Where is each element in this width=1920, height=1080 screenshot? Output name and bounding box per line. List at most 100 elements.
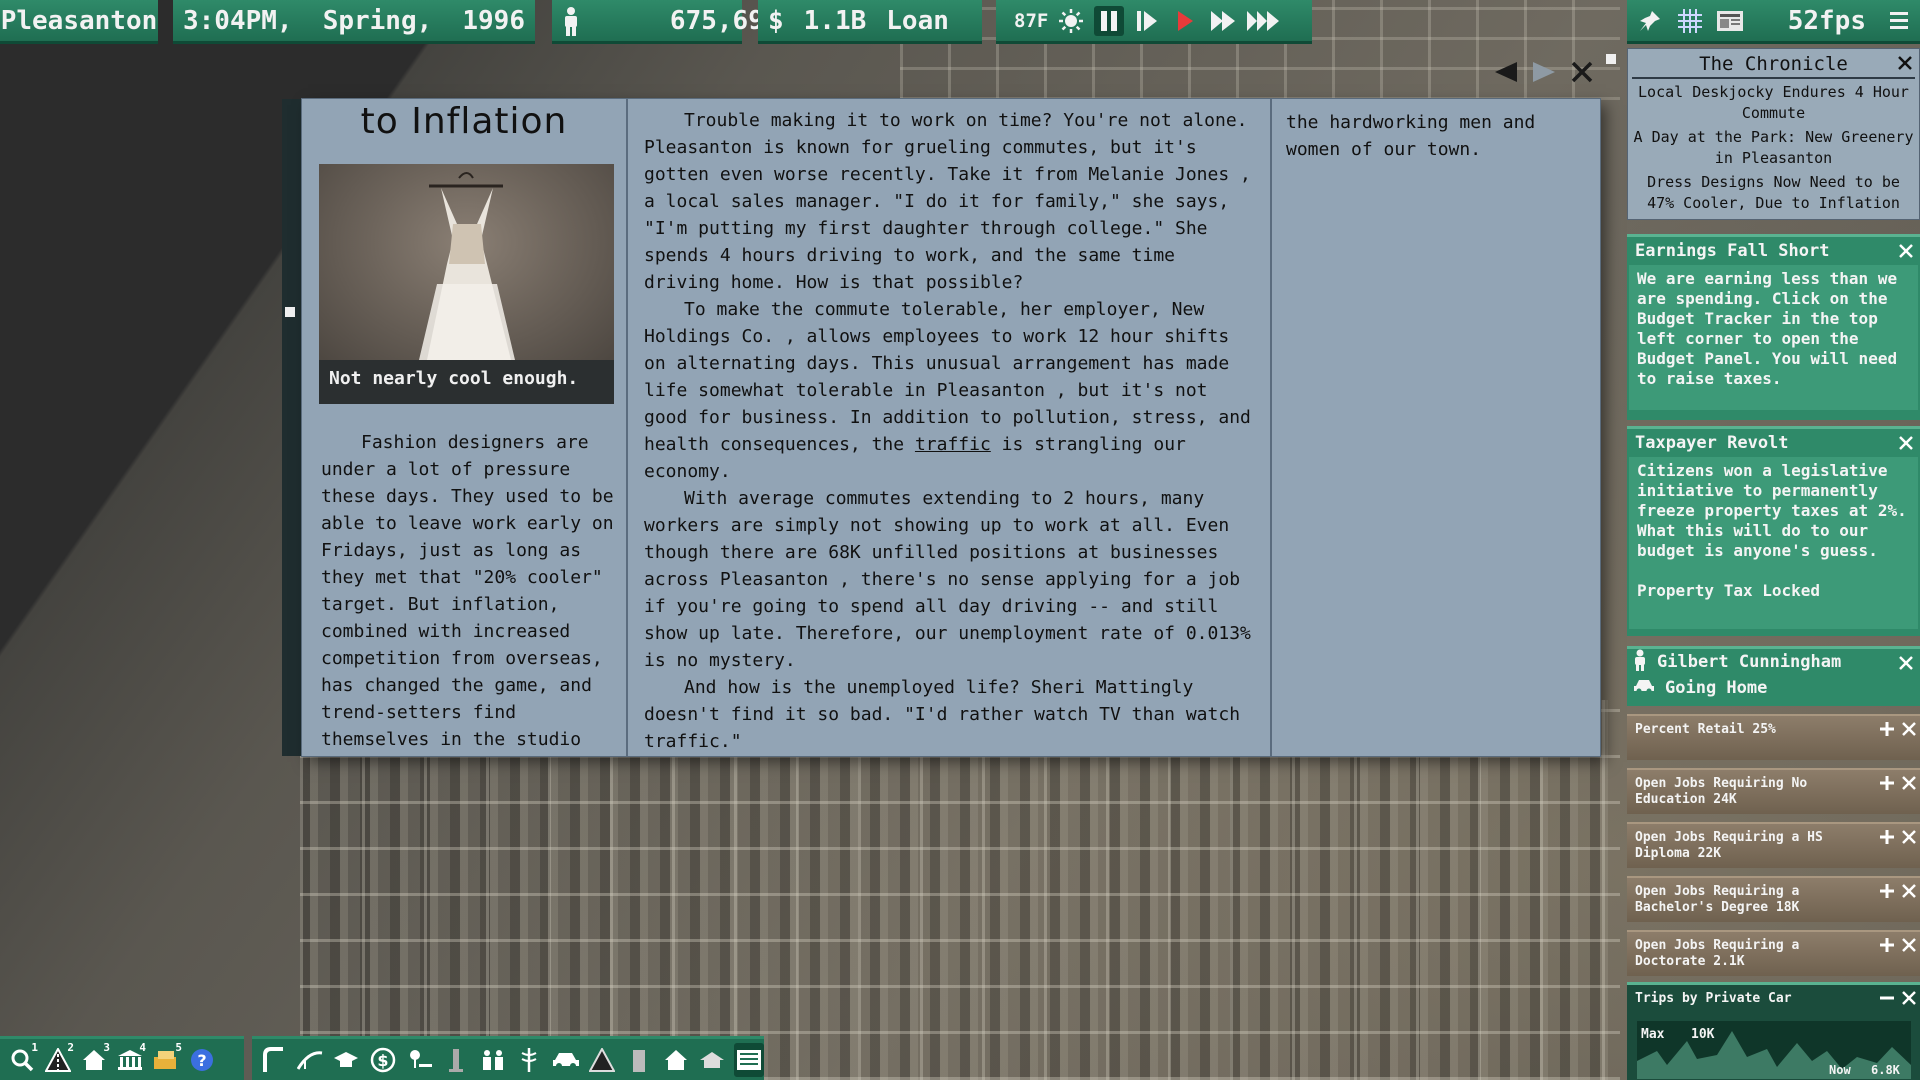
help-button[interactable]: ? xyxy=(186,1043,218,1077)
dollar-icon: $ xyxy=(768,5,784,36)
plus-icon[interactable] xyxy=(1880,776,1894,795)
citizen-panel[interactable]: Gilbert Cunningham Going Home xyxy=(1627,646,1920,706)
education-icon[interactable] xyxy=(331,1043,362,1077)
stat-buttons xyxy=(1880,830,1916,849)
stat-jobs-no-education[interactable]: Open Jobs Requiring No Education 24K xyxy=(1627,768,1920,814)
resize-handle-top[interactable] xyxy=(1606,54,1616,64)
grid-icon[interactable] xyxy=(1675,6,1705,36)
trips-graph-panel[interactable]: Trips by Private Car Max 10K Now 6.8K xyxy=(1627,982,1920,1080)
close-icon[interactable] xyxy=(1898,655,1914,676)
graph-buttons xyxy=(1880,991,1916,1009)
speed-controls: 87F xyxy=(996,0,1312,44)
plus-icon[interactable] xyxy=(1880,938,1894,957)
shelter-icon[interactable] xyxy=(697,1043,728,1077)
plus-icon[interactable] xyxy=(1880,884,1894,903)
tower-icon[interactable] xyxy=(441,1043,472,1077)
close-icon[interactable] xyxy=(1902,776,1916,795)
population-button[interactable]: 675,692 xyxy=(552,0,780,44)
close-icon[interactable] xyxy=(1902,991,1916,1009)
close-icon[interactable] xyxy=(1897,55,1913,75)
building-icon[interactable] xyxy=(624,1043,655,1077)
budget-button[interactable]: $ 1.1B Loan xyxy=(758,0,982,44)
newspaper-button[interactable] xyxy=(733,1042,765,1077)
notice-footer: Property Tax Locked xyxy=(1637,581,1821,600)
notice-taxpayer-revolt[interactable]: Taxpayer Revolt Citizens won a legislati… xyxy=(1627,426,1920,636)
plus-icon[interactable] xyxy=(1880,830,1894,849)
article-column-2: Trouble making it to work on time? You'r… xyxy=(630,99,1272,756)
svg-text:?: ? xyxy=(197,1051,206,1070)
citizen-status-row: Going Home xyxy=(1627,675,1920,701)
stat-buttons xyxy=(1880,884,1916,903)
article-column-3: the hardworking men and women of our tow… xyxy=(1274,99,1600,756)
paragraph-2: To make the commute tolerable, her emplo… xyxy=(644,296,1256,485)
money-value: 1.1B xyxy=(803,5,867,36)
home-icon[interactable] xyxy=(660,1043,691,1077)
citizen-name: Gilbert Cunningham xyxy=(1657,652,1842,672)
date-time-display[interactable]: 3:04PM, Spring, 1996 xyxy=(173,0,535,44)
play-button[interactable] xyxy=(1170,6,1200,36)
prev-article-button[interactable] xyxy=(1490,56,1522,88)
newspaper-icon[interactable] xyxy=(1715,6,1745,36)
close-icon[interactable] xyxy=(1902,884,1916,903)
stat-percent-retail[interactable]: Percent Retail 25% xyxy=(1627,714,1920,760)
city-hall-button[interactable]: 4 xyxy=(114,1041,146,1077)
graph-plot xyxy=(1637,1021,1911,1079)
close-icon[interactable] xyxy=(1902,830,1916,849)
city-name-button[interactable]: Pleasanton xyxy=(0,0,158,44)
build-toolbar: $ xyxy=(252,1036,765,1080)
search-button[interactable]: 1 xyxy=(6,1041,38,1077)
graph-max-label: Max xyxy=(1641,1027,1665,1042)
stat-jobs-hs-diploma[interactable]: Open Jobs Requiring a HS Diploma 22K xyxy=(1627,822,1920,868)
road-icon[interactable] xyxy=(258,1043,289,1077)
top-bar: Pleasanton 3:04PM, Spring, 1996 675,692 … xyxy=(0,0,1920,44)
budget-tracker-button[interactable]: 5 xyxy=(150,1041,182,1077)
article-nav xyxy=(1490,52,1600,92)
citizen-name-row: Gilbert Cunningham xyxy=(1627,649,1920,675)
article-column-1: to Inflation Not nearly cool enough. Fas… xyxy=(302,99,628,756)
close-article-button[interactable] xyxy=(1566,56,1598,88)
news-article[interactable]: to Inflation Not nearly cool enough. Fas… xyxy=(302,99,1600,756)
ramp-icon[interactable] xyxy=(295,1043,326,1077)
park-icon[interactable] xyxy=(404,1043,435,1077)
city-streets[interactable] xyxy=(300,700,1620,1080)
traffic-link[interactable]: traffic xyxy=(915,434,991,455)
notice-body: Citizens won a legislative initiative to… xyxy=(1629,457,1918,629)
menu-icon[interactable] xyxy=(1884,6,1914,36)
people-icon[interactable] xyxy=(477,1043,508,1077)
article-body: Trouble making it to work on time? You'r… xyxy=(644,107,1256,755)
close-icon[interactable] xyxy=(1898,243,1914,263)
notice-earnings[interactable]: Earnings Fall Short We are earning less … xyxy=(1627,234,1920,420)
stat-jobs-bachelors[interactable]: Open Jobs Requiring a Bachelor's Degree … xyxy=(1627,876,1920,922)
loan-label: Loan xyxy=(886,5,949,36)
notice-body-text: Citizens won a legislative initiative to… xyxy=(1637,461,1907,560)
car-icon xyxy=(1633,678,1655,699)
money-icon[interactable]: $ xyxy=(368,1043,399,1077)
house-button[interactable]: 3 xyxy=(78,1041,110,1077)
close-icon[interactable] xyxy=(1902,938,1916,957)
chronicle-headline[interactable]: Dress Designs Now Need to be 47% Cooler,… xyxy=(1628,172,1919,214)
resize-handle-side[interactable] xyxy=(285,307,295,317)
pause-button[interactable] xyxy=(1094,5,1125,36)
person-icon xyxy=(562,0,656,96)
next-article-button[interactable] xyxy=(1528,56,1560,88)
fast-forward-button[interactable] xyxy=(1208,6,1238,36)
stat-label: Open Jobs Requiring a Doctorate 2.1K xyxy=(1635,938,1800,969)
chronicle-headline[interactable]: Local Deskjocky Endures 4 Hour Commute xyxy=(1628,82,1919,124)
fastest-button[interactable] xyxy=(1246,6,1280,36)
stat-jobs-doctorate[interactable]: Open Jobs Requiring a Doctorate 2.1K xyxy=(1627,930,1920,976)
sun-icon xyxy=(1056,6,1086,36)
stat-buttons xyxy=(1880,776,1916,795)
plus-icon[interactable] xyxy=(1880,722,1894,741)
road-warning-button[interactable]: 2 xyxy=(42,1041,74,1077)
dress-image xyxy=(319,164,614,360)
chronicle-headline[interactable]: A Day at the Park: New Greenery in Pleas… xyxy=(1628,127,1919,169)
close-icon[interactable] xyxy=(1902,722,1916,741)
warning-icon[interactable] xyxy=(587,1043,618,1077)
vehicle-icon[interactable] xyxy=(551,1043,582,1077)
pin-icon[interactable] xyxy=(1635,6,1665,36)
medical-icon[interactable] xyxy=(514,1043,545,1077)
step-button[interactable] xyxy=(1132,6,1162,36)
close-icon[interactable] xyxy=(1898,435,1914,455)
minimize-icon[interactable] xyxy=(1880,991,1894,1009)
chronicle-panel[interactable]: The Chronicle Local Deskjocky Endures 4 … xyxy=(1627,48,1920,220)
